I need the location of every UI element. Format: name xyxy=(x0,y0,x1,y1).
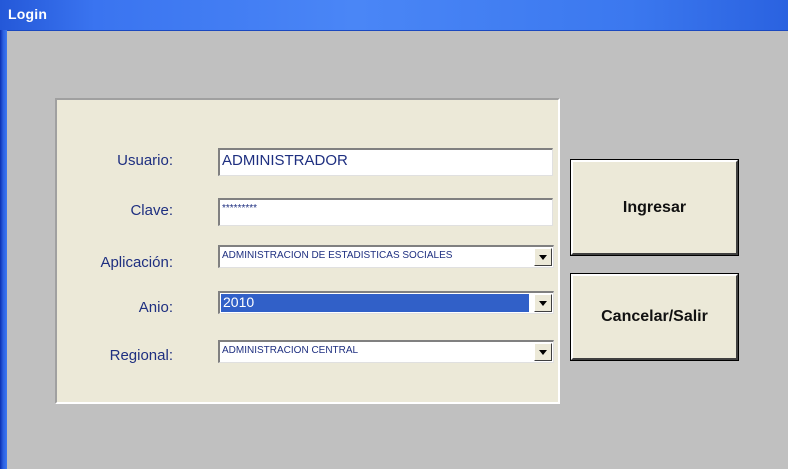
chevron-down-icon xyxy=(539,301,547,306)
ingresar-button[interactable]: Ingresar xyxy=(570,159,739,256)
usuario-input[interactable]: ADMINISTRADOR xyxy=(218,148,553,176)
aplicacion-select[interactable]: ADMINISTRACION DE ESTADISTICAS SOCIALES xyxy=(218,245,554,268)
aplicacion-dropdown-button[interactable] xyxy=(534,248,552,266)
chevron-down-icon xyxy=(539,350,547,355)
login-window: Login Usuario: ADMINISTRADOR Clave: ****… xyxy=(0,0,788,469)
anio-dropdown-button[interactable] xyxy=(534,294,552,312)
login-form-panel: Usuario: ADMINISTRADOR Clave: ********* … xyxy=(55,98,560,404)
clave-value: ********* xyxy=(222,203,258,214)
clave-password-input[interactable]: ********* xyxy=(218,198,553,226)
anio-value: 2010 xyxy=(221,294,529,312)
regional-select[interactable]: ADMINISTRACION CENTRAL xyxy=(218,340,554,363)
chevron-down-icon xyxy=(539,255,547,260)
aplicacion-value: ADMINISTRACION DE ESTADISTICAS SOCIALES xyxy=(222,250,453,261)
window-title: Login xyxy=(8,6,48,22)
regional-dropdown-button[interactable] xyxy=(534,343,552,361)
window-left-edge xyxy=(0,30,7,469)
anio-label: Anio: xyxy=(138,299,173,316)
anio-select[interactable]: 2010 xyxy=(218,291,554,314)
regional-value: ADMINISTRACION CENTRAL xyxy=(222,345,359,356)
usuario-value: ADMINISTRADOR xyxy=(222,152,348,169)
aplicacion-label: Aplicación: xyxy=(100,254,173,271)
usuario-label: Usuario: xyxy=(117,152,173,169)
title-bar[interactable]: Login xyxy=(0,0,788,31)
cancelar-salir-button[interactable]: Cancelar/Salir xyxy=(570,273,739,361)
regional-label: Regional: xyxy=(109,347,173,364)
clave-label: Clave: xyxy=(130,202,173,219)
